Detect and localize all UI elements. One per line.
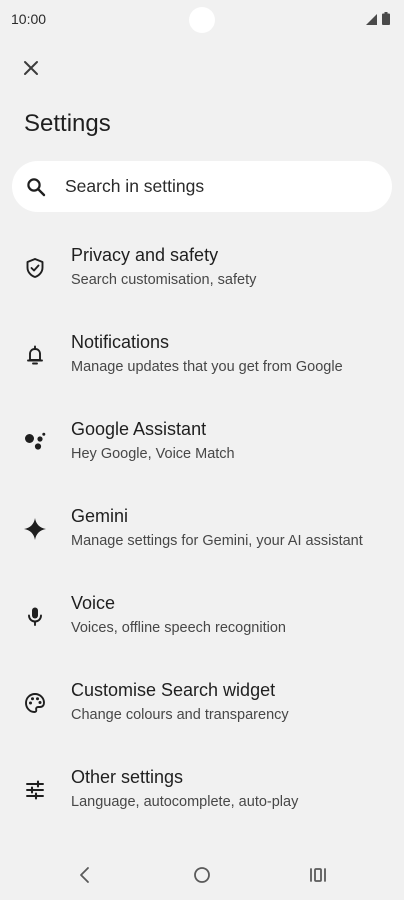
settings-item-subtitle: Search customisation, safety: [71, 272, 257, 288]
settings-item-title: Google Assistant: [71, 419, 207, 439]
assistant-icon: [23, 430, 47, 454]
settings-item-subtitle: Change colours and transparency: [71, 707, 289, 723]
settings-item-google-assistant[interactable]: Google Assistant Hey Google, Voice Match: [0, 401, 404, 488]
settings-item-notifications[interactable]: Notifications Manage updates that you ge…: [0, 314, 404, 401]
settings-item-title: Gemini: [71, 506, 129, 526]
search-icon: [25, 176, 47, 198]
close-icon: [23, 60, 39, 81]
battery-icon: [382, 12, 390, 30]
settings-item-customise-search-widget[interactable]: Customise Search widget Change colours a…: [0, 662, 404, 749]
palette-icon: [23, 691, 47, 715]
settings-item-other-settings[interactable]: Other settings Language, autocomplete, a…: [0, 749, 404, 836]
back-button[interactable]: [72, 864, 98, 890]
navigation-bar: [0, 852, 404, 900]
status-time: 10:00: [11, 11, 47, 27]
settings-item-title: Notifications: [71, 332, 170, 352]
settings-item-subtitle: Hey Google, Voice Match: [71, 446, 235, 462]
settings-item-title: Voice: [71, 593, 116, 613]
settings-item-subtitle: Manage updates that you get from Google: [71, 359, 343, 375]
search-placeholder: Search in settings: [65, 176, 205, 196]
signal-icon: [366, 12, 377, 30]
settings-item-privacy-and-safety[interactable]: Privacy and safety Search customisation,…: [0, 227, 404, 314]
settings-item-subtitle: Manage settings for Gemini, your AI assi…: [71, 533, 363, 549]
close-button[interactable]: [16, 55, 46, 85]
settings-item-gemini[interactable]: Gemini Manage settings for Gemini, your …: [0, 488, 404, 575]
camera-cutout: [189, 7, 215, 33]
sparkle-icon: [23, 517, 47, 541]
home-button[interactable]: [189, 864, 215, 890]
status-bar: 10:00: [0, 0, 404, 40]
recents-icon: [309, 867, 327, 888]
settings-item-title: Other settings: [71, 767, 184, 787]
settings-list: Privacy and safety Search customisation,…: [0, 227, 404, 836]
home-icon: [193, 866, 211, 889]
recents-button[interactable]: [305, 864, 331, 890]
settings-item-subtitle: Voices, offline speech recognition: [71, 620, 286, 636]
settings-item-title: Privacy and safety: [71, 245, 219, 265]
bell-icon: [23, 343, 47, 367]
settings-item-title: Customise Search widget: [71, 680, 276, 700]
status-icons: [366, 12, 390, 30]
page-title: Settings: [24, 110, 111, 137]
search-input[interactable]: Search in settings: [12, 161, 392, 212]
microphone-icon: [23, 604, 47, 628]
settings-item-voice[interactable]: Voice Voices, offline speech recognition: [0, 575, 404, 662]
settings-item-subtitle: Language, autocomplete, auto-play: [71, 794, 299, 810]
tune-icon: [23, 778, 47, 802]
back-icon: [78, 866, 92, 889]
shield-icon: [23, 256, 47, 280]
